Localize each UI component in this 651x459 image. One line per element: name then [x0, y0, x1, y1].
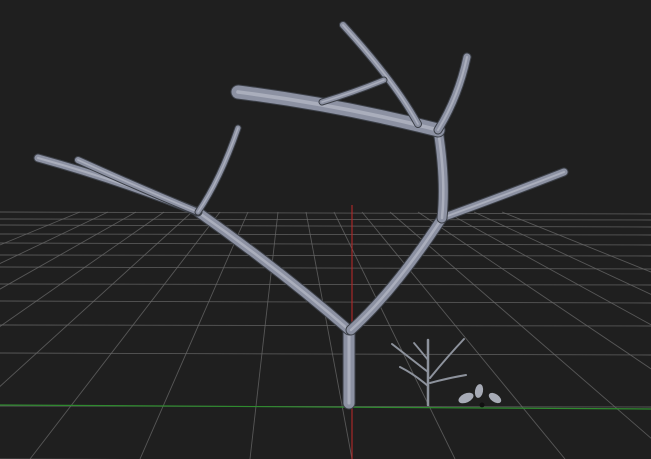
leaf-stem-node — [479, 402, 485, 408]
grid-line-horizontal — [0, 242, 651, 246]
sapling-twig — [429, 374, 467, 384]
grid-line-radial — [473, 211, 651, 295]
right-out-branch-highlight — [441, 171, 565, 219]
viewport-scene[interactable] — [0, 0, 651, 459]
upper-right-branch[interactable] — [434, 53, 471, 134]
grid-line-radial — [29, 211, 221, 459]
leaf-shape — [458, 392, 474, 404]
grid-line-horizontal — [0, 224, 651, 228]
grid-line-radial — [0, 211, 165, 327]
grid-line-radial — [361, 211, 566, 459]
grid-line-radial — [0, 211, 109, 264]
floor-grid — [0, 211, 651, 459]
grid-line-radial — [445, 211, 651, 326]
grid-line-horizontal — [0, 254, 651, 257]
grid-line-radial — [501, 211, 651, 273]
3d-viewport[interactable] — [0, 0, 651, 459]
grid-line-horizontal — [0, 324, 651, 327]
leaf-shape — [474, 384, 484, 398]
grid-line-radial — [0, 211, 193, 387]
sapling-twig — [413, 342, 429, 361]
grid-line-radial — [0, 211, 81, 246]
grid-line-radial — [0, 211, 137, 290]
sapling-preview[interactable] — [391, 338, 503, 408]
grid-line-horizontal — [0, 218, 651, 221]
grid-line-horizontal — [0, 266, 651, 270]
grid-line-horizontal — [0, 211, 651, 215]
sapling-twig — [429, 338, 465, 379]
leaf-shape — [488, 392, 502, 404]
left-inner-branch-highlight — [77, 159, 199, 213]
grid-line-radial — [389, 211, 651, 439]
grid-line-radial — [139, 211, 249, 459]
grid-line-horizontal — [0, 283, 651, 286]
